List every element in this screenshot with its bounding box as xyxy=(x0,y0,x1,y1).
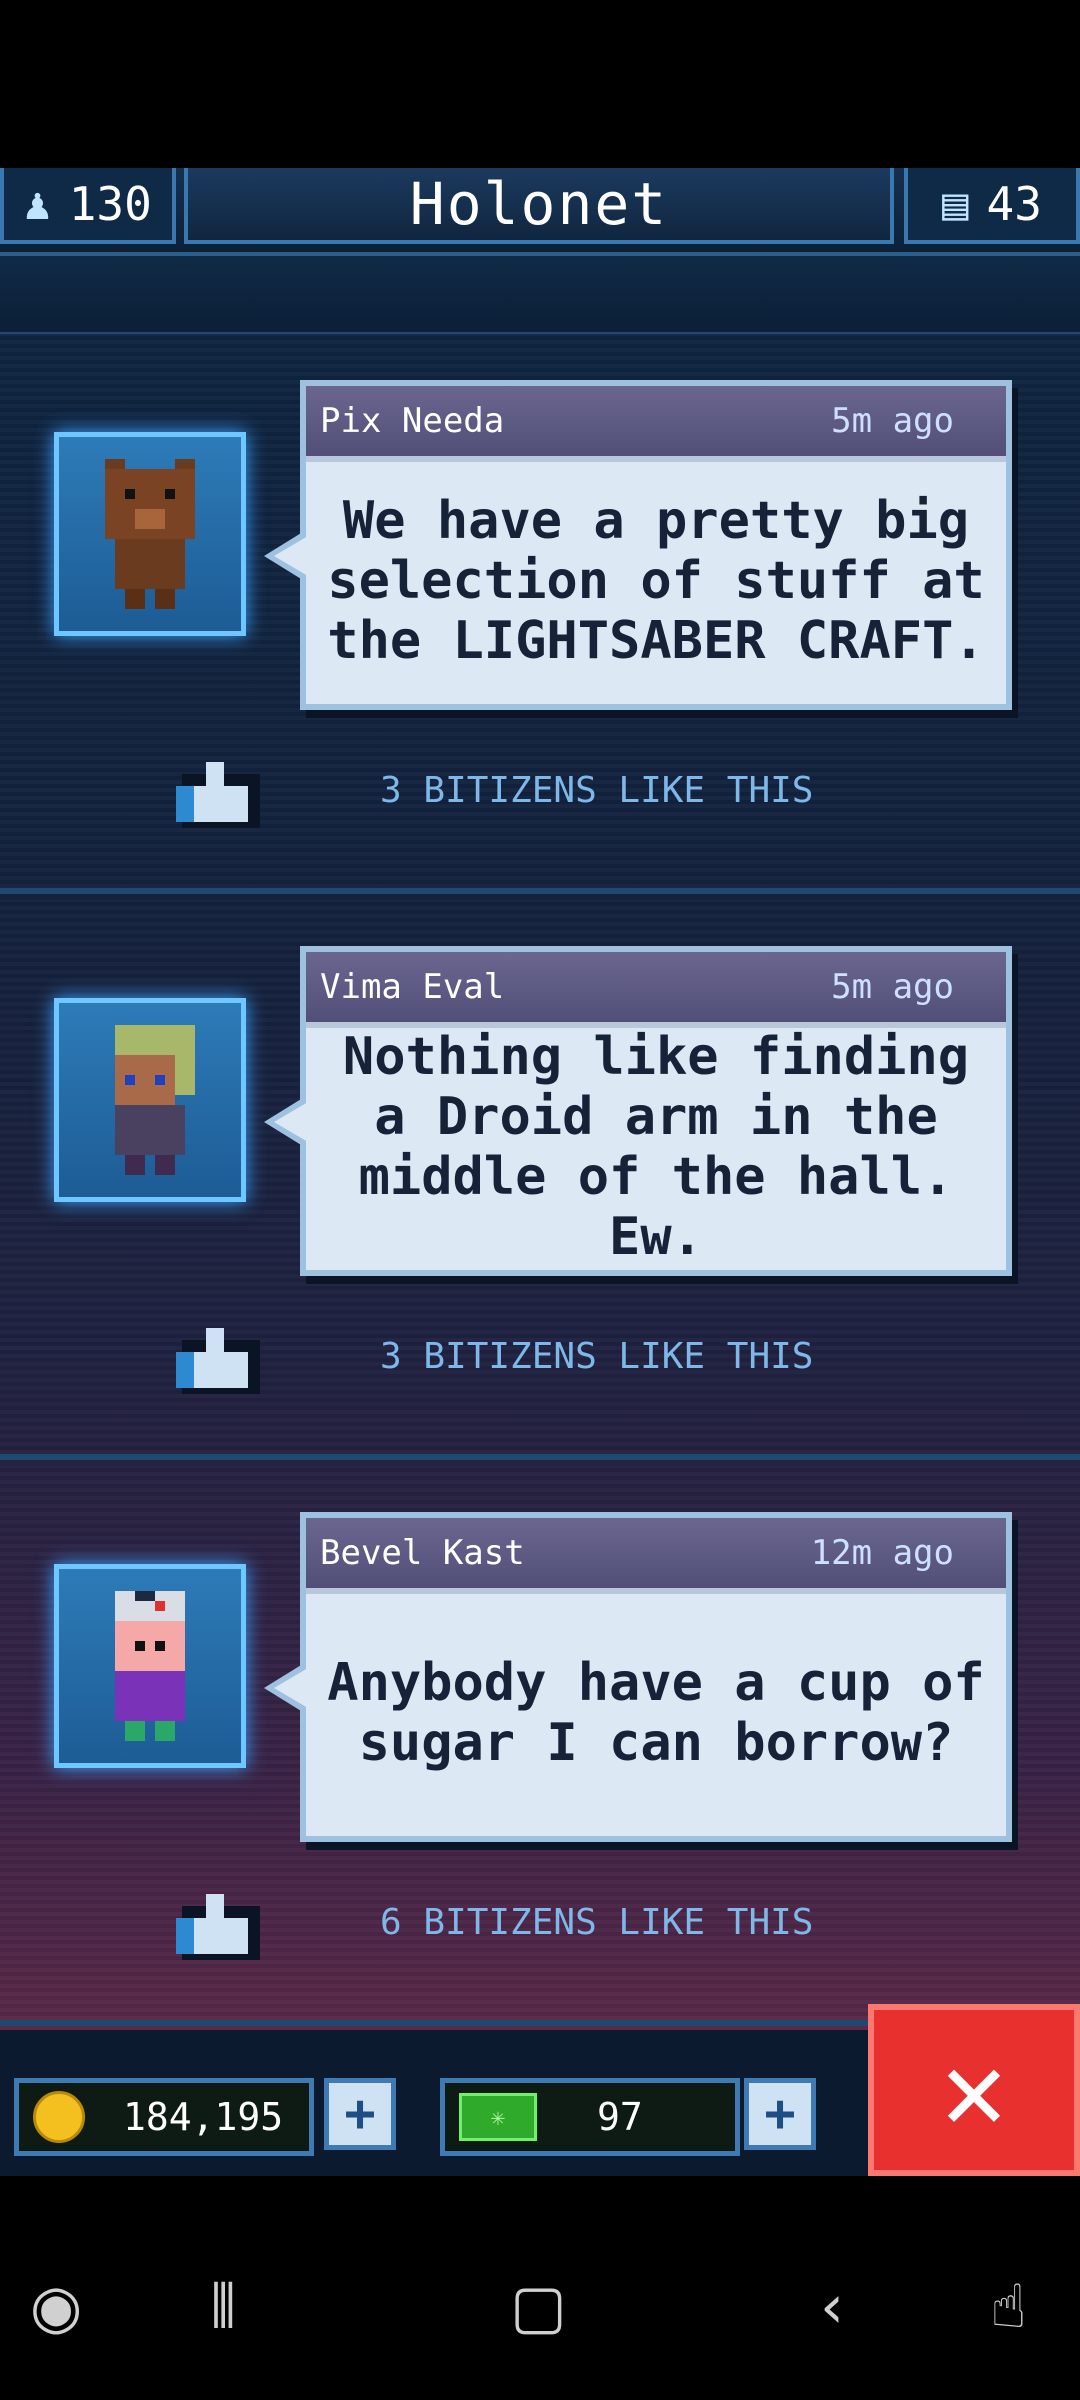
timestamp: 5m ago xyxy=(831,967,954,1007)
accessibility-icon[interactable]: ☝ xyxy=(990,2272,1027,2342)
holonet-feed[interactable]: Pix Needa 5m ago We have a pretty big se… xyxy=(0,334,1080,2030)
bubble-header: Bevel Kast 12m ago xyxy=(306,1518,1006,1594)
message-text: Nothing like finding a Droid arm in the … xyxy=(342,1027,970,1267)
home-icon[interactable]: ▢ xyxy=(510,2272,567,2342)
avatar[interactable] xyxy=(54,1564,246,1768)
sub-header xyxy=(0,256,1080,338)
population-counter[interactable]: ♟ 130 xyxy=(0,168,176,244)
floors-counter[interactable]: ▤ 43 xyxy=(904,168,1080,244)
page-title: Holonet xyxy=(184,168,894,244)
author-name: Bevel Kast xyxy=(320,1533,525,1573)
back-icon[interactable]: ‹ xyxy=(820,2272,844,2342)
likes-count: 6 BITIZENS LIKE THIS xyxy=(380,1902,814,1943)
author-name: Pix Needa xyxy=(320,401,505,441)
coins-value: 184,195 xyxy=(123,2095,284,2139)
likes-count: 3 BITIZENS LIKE THIS xyxy=(380,1336,814,1377)
floors-value: 43 xyxy=(986,177,1042,231)
game-launcher-icon[interactable]: ◉ xyxy=(30,2272,82,2342)
message-bubble: Bevel Kast 12m ago Anybody have a cup of… xyxy=(264,1512,1012,1842)
status-bar xyxy=(0,0,1080,168)
bux-icon: ✳ xyxy=(459,2093,537,2141)
message-bubble: Vima Eval 5m ago Nothing like finding a … xyxy=(264,946,1012,1276)
timestamp: 12m ago xyxy=(810,1533,954,1573)
likes-count: 3 BITIZENS LIKE THIS xyxy=(380,770,814,811)
timestamp: 5m ago xyxy=(831,401,954,441)
avatar[interactable] xyxy=(54,998,246,1202)
thumbs-up-icon[interactable] xyxy=(176,1328,260,1394)
add-bux-button[interactable]: + xyxy=(744,2078,816,2150)
thumbs-up-icon[interactable] xyxy=(176,1894,260,1960)
bubble-header: Vima Eval 5m ago xyxy=(306,952,1006,1028)
person-icon: ♟ xyxy=(24,178,51,230)
close-icon: ✕ xyxy=(940,2026,1008,2154)
author-name: Vima Eval xyxy=(320,967,505,1007)
bubble-header: Pix Needa 5m ago xyxy=(306,386,1006,462)
recents-icon[interactable]: ⦀ xyxy=(210,2272,236,2342)
coin-icon xyxy=(33,2091,85,2143)
bux-value: 97 xyxy=(597,2095,643,2139)
add-coins-button[interactable]: + xyxy=(324,2078,396,2150)
thumbs-up-icon[interactable] xyxy=(176,762,260,828)
post-item: Bevel Kast 12m ago Anybody have a cup of… xyxy=(0,1466,1080,2026)
message-text: Anybody have a cup of sugar I can borrow… xyxy=(327,1653,985,1773)
header-bar: ♟ 130 Holonet ▤ 43 xyxy=(0,168,1080,256)
system-nav-bar: ◉ ⦀ ▢ ‹ ☝ xyxy=(0,2176,1080,2400)
bitizen-avatar-icon xyxy=(115,1025,195,1175)
bux-display: ✳ 97 xyxy=(440,2078,740,2156)
floors-icon: ▤ xyxy=(942,178,969,230)
population-value: 130 xyxy=(68,177,152,231)
post-item: Vima Eval 5m ago Nothing like finding a … xyxy=(0,900,1080,1460)
post-item: Pix Needa 5m ago We have a pretty big se… xyxy=(0,334,1080,894)
message-text: We have a pretty big selection of stuff … xyxy=(327,491,985,671)
bear-avatar-icon xyxy=(105,459,195,609)
coins-display: 184,195 xyxy=(14,2078,314,2156)
bitizen-avatar-icon xyxy=(115,1591,185,1741)
avatar[interactable] xyxy=(54,432,246,636)
message-bubble: Pix Needa 5m ago We have a pretty big se… xyxy=(264,380,1012,710)
close-button[interactable]: ✕ xyxy=(868,2004,1080,2176)
